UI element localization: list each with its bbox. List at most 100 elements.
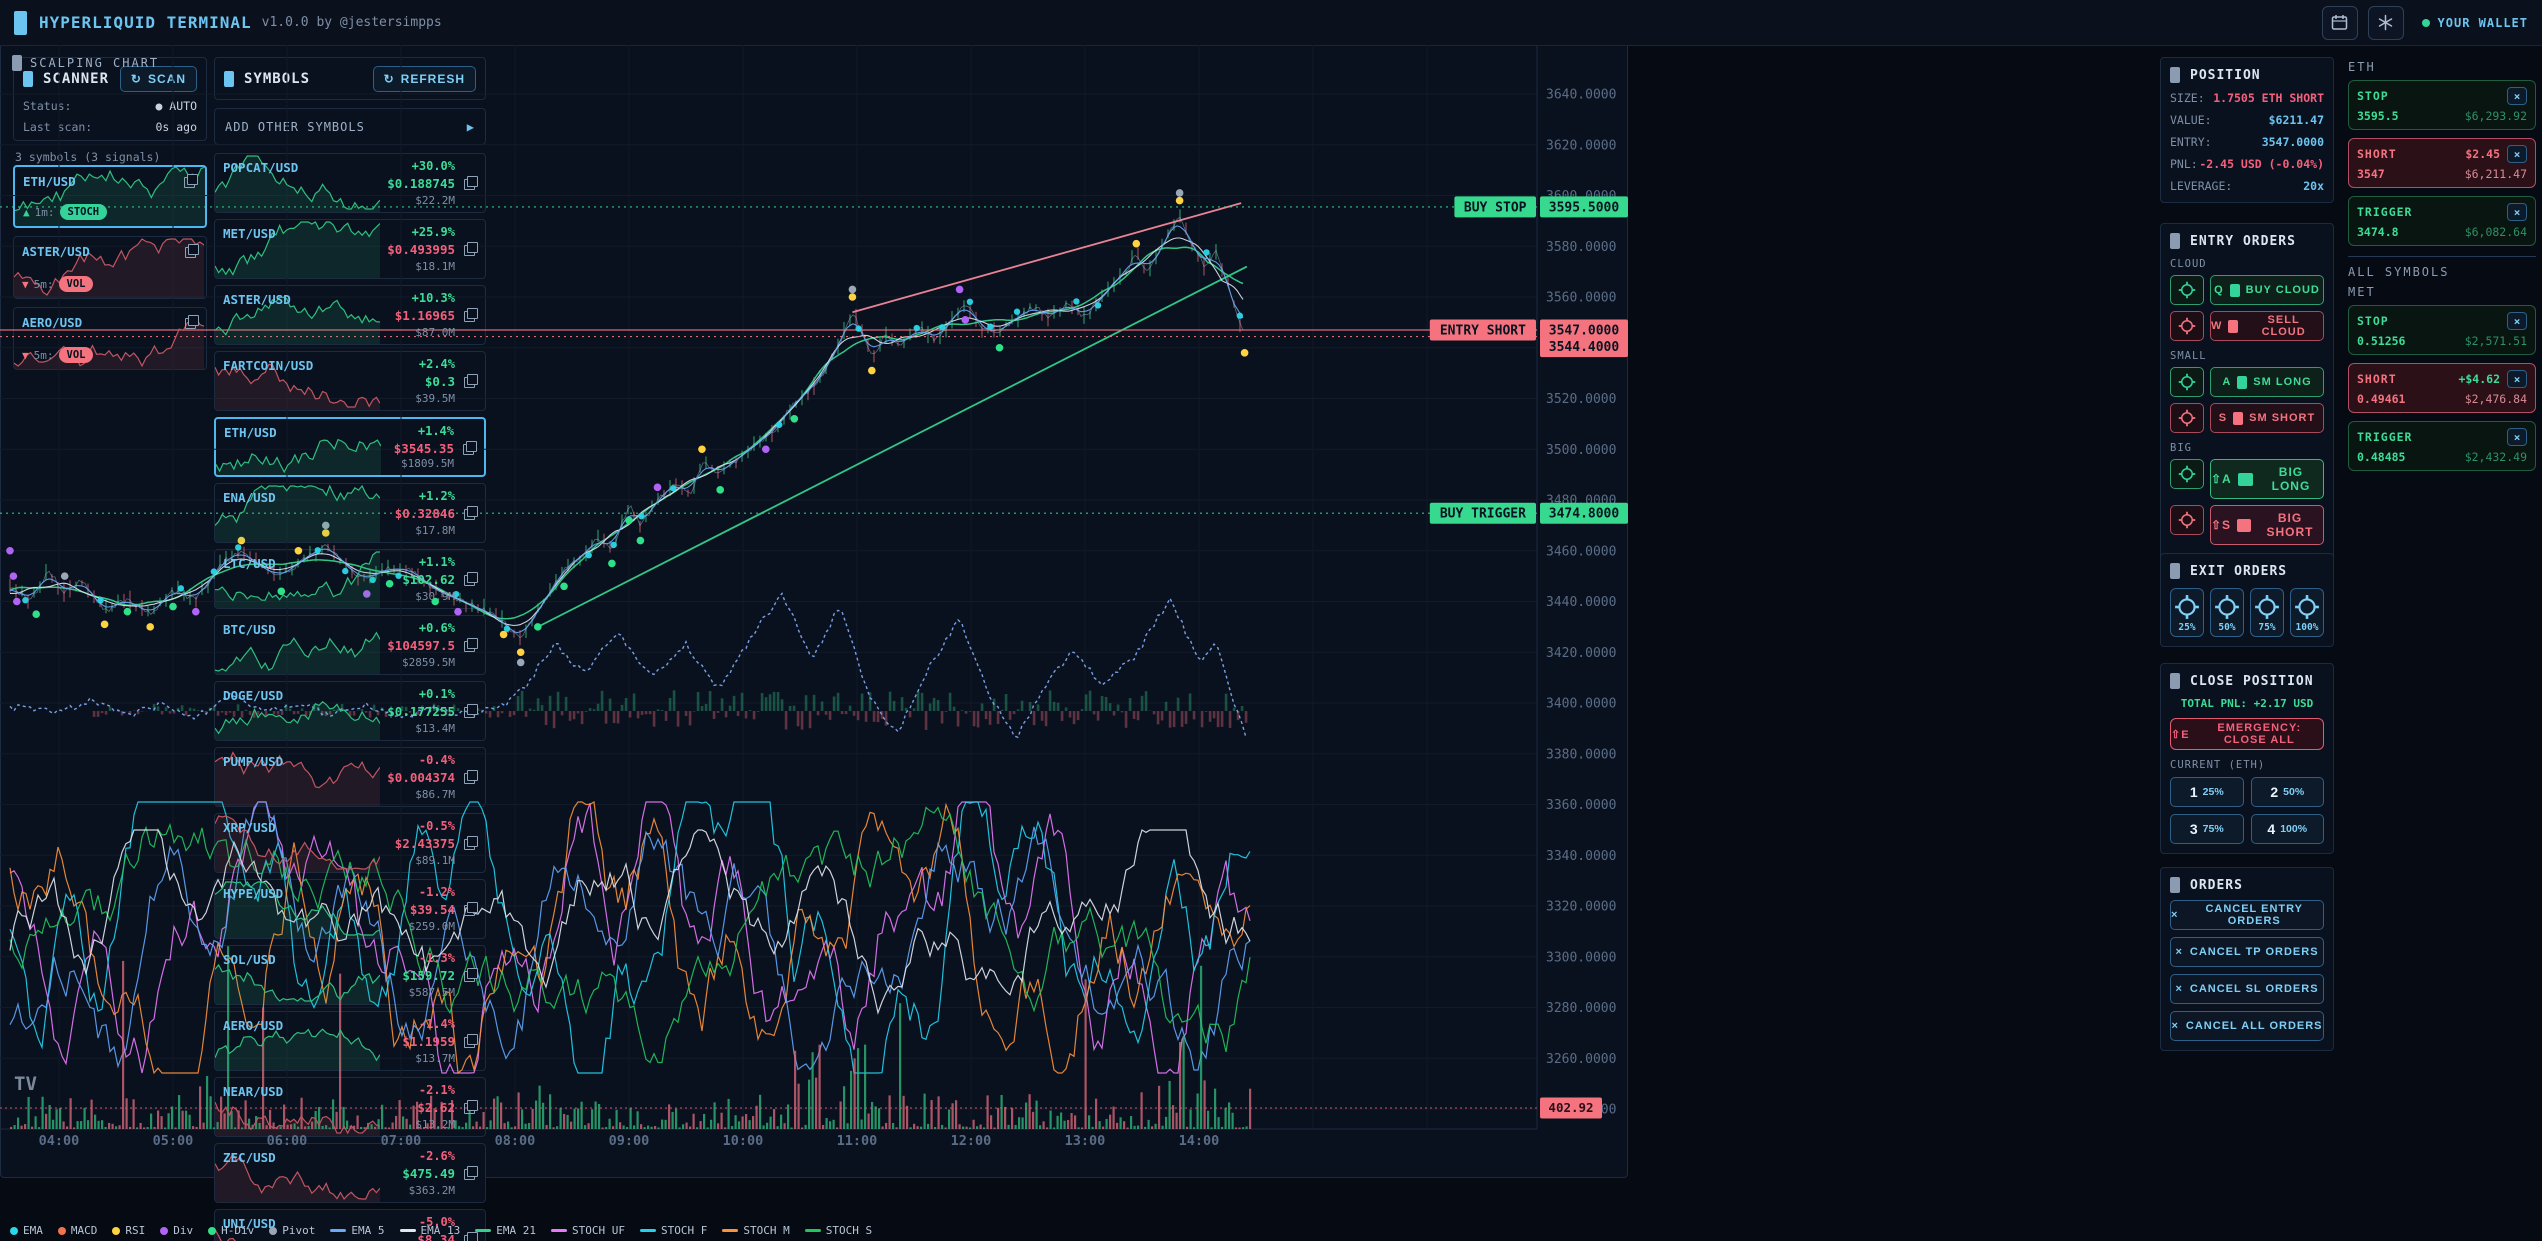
svg-text:3300.0000: 3300.0000 — [1546, 950, 1616, 965]
symbol-card-popcat-usd[interactable]: POPCAT/USD+30.0%$0.188745$22.2M — [214, 153, 486, 213]
topbar-actions: YOUR WALLET — [2322, 6, 2528, 40]
exit-50pct-button[interactable]: 50% — [2210, 588, 2244, 637]
symbol-card-aero-usd[interactable]: AERO/USD-1.4%$1.1959$13.7M — [214, 1011, 486, 1071]
scanner-signal-eth-usd[interactable]: ETH/USD▲1m:STOCH — [13, 165, 207, 228]
scanner-signal-aster-usd[interactable]: ASTER/USD▼5m:VOL — [13, 236, 207, 299]
symbol-card-doge-usd[interactable]: DOGE/USD+0.1%$0.177255$13.4M — [214, 681, 486, 741]
cancel-order-button[interactable]: × — [2507, 428, 2527, 446]
exit-100pct-button[interactable]: 100% — [2290, 588, 2324, 637]
entry-target-button-short[interactable] — [2170, 505, 2204, 535]
svg-text:3520.0000: 3520.0000 — [1546, 392, 1616, 407]
copy-icon[interactable] — [463, 441, 477, 455]
order-type: STOP — [2357, 89, 2389, 103]
symbol-card-xrp-usd[interactable]: XRP/USD-0.5%$2.43375$89.1M — [214, 813, 486, 873]
cancel-tp-orders-button[interactable]: ×CANCEL TP ORDERS — [2170, 937, 2324, 967]
crosshair-icon — [2178, 465, 2196, 483]
sell-cloud-button[interactable]: WSELL CLOUD — [2210, 311, 2324, 341]
green-signal-dot — [625, 517, 633, 525]
svg-text:3320.0000: 3320.0000 — [1546, 900, 1616, 915]
green-signal-dot — [608, 560, 616, 568]
current-100pct-button[interactable]: 4100% — [2251, 814, 2325, 844]
legend-item-ema-13: EMA 13 — [400, 1224, 461, 1237]
copy-icon[interactable] — [184, 174, 198, 188]
crosshair-icon — [2178, 511, 2196, 529]
wallet-status-dot — [2422, 19, 2430, 27]
symbol-card-met-usd[interactable]: MET/USD+25.9%$0.493995$18.1M — [214, 219, 486, 279]
buy-cloud-button[interactable]: QBUY CLOUD — [2210, 275, 2324, 305]
copy-icon[interactable] — [464, 308, 478, 322]
legend-dot — [160, 1227, 168, 1235]
signal-badge: STOCH — [60, 204, 108, 220]
legend-item-pivot: Pivot — [269, 1224, 315, 1237]
copy-icon[interactable] — [185, 315, 199, 329]
copy-icon[interactable] — [464, 638, 478, 652]
copy-icon[interactable] — [464, 572, 478, 586]
big-long-button[interactable]: ⇧ABIG LONG — [2210, 459, 2324, 499]
cancel-all-orders-button[interactable]: ×CANCEL ALL ORDERS — [2170, 1011, 2324, 1041]
symbol-card-hype-usd[interactable]: HYPE/USD-1.2%$39.54$259.0M — [214, 879, 486, 939]
symbol-card-ltc-usd[interactable]: LTC/USD+1.1%$102.62$30.9M — [214, 549, 486, 609]
svg-text:08:00: 08:00 — [495, 1133, 536, 1149]
symbol-card-sol-usd[interactable]: SOL/USD-1.3%$159.72$587.5M — [214, 945, 486, 1005]
order-price: 0.49461 — [2357, 392, 2405, 406]
symbol-name: POPCAT/USD — [223, 160, 298, 175]
current-25pct-button[interactable]: 125% — [2170, 777, 2244, 807]
copy-icon[interactable] — [464, 836, 478, 850]
legend-item-macd: MACD — [58, 1224, 98, 1237]
cancel-order-button[interactable]: × — [2507, 370, 2527, 388]
symbol-card-aster-usd[interactable]: ASTER/USD+10.3%$1.16965$87.0M — [214, 285, 486, 345]
copy-icon[interactable] — [464, 1100, 478, 1114]
emergency-close-all-button[interactable]: ⇧E EMERGENCY: CLOSE ALL — [2170, 718, 2324, 750]
calendar-button[interactable] — [2322, 6, 2358, 40]
symbol-card-btc-usd[interactable]: BTC/USD+0.6%$104597.5$2859.5M — [214, 615, 486, 675]
copy-icon[interactable] — [464, 902, 478, 916]
cancel-order-button[interactable]: × — [2507, 203, 2527, 221]
position-title: POSITION — [2190, 68, 2261, 83]
copy-icon[interactable] — [464, 1034, 478, 1048]
cancel-entry-orders-button[interactable]: ×CANCEL ENTRY ORDERS — [2170, 900, 2324, 930]
symbol-volume: $587.5M — [409, 986, 455, 999]
symbol-card-zec-usd[interactable]: ZEC/USD-2.6%$475.49$363.2M — [214, 1143, 486, 1203]
symbol-card-near-usd[interactable]: NEAR/USD-2.1%$2.62$13.2M — [214, 1077, 486, 1137]
copy-icon[interactable] — [464, 242, 478, 256]
tradingview-logo: TV — [14, 1073, 37, 1095]
copy-icon[interactable] — [464, 176, 478, 190]
copy-icon[interactable] — [464, 704, 478, 718]
scanner-signal-aero-usd[interactable]: AERO/USD▼5m:VOL — [13, 307, 207, 370]
symbol-card-ena-usd[interactable]: ENA/USD+1.2%$0.32846$17.8M — [214, 483, 486, 543]
copy-icon[interactable] — [464, 506, 478, 520]
symbol-card-fartcoin-usd[interactable]: FARTCOIN/USD+2.4%$0.3$39.5M — [214, 351, 486, 411]
copy-icon[interactable] — [464, 374, 478, 388]
copy-icon[interactable] — [185, 244, 199, 258]
legend-item-ema-21: EMA 21 — [475, 1224, 536, 1237]
symbol-card-eth-usd[interactable]: ETH/USD+1.4%$3545.35$1809.5M — [214, 417, 486, 477]
copy-icon[interactable] — [464, 968, 478, 982]
sm-short-button[interactable]: SSM SHORT — [2210, 403, 2324, 433]
entry-target-button-long[interactable] — [2170, 367, 2204, 397]
cancel-order-button[interactable]: × — [2507, 145, 2527, 163]
x-icon: × — [2175, 983, 2182, 995]
entry-target-button-short[interactable] — [2170, 403, 2204, 433]
asterisk-button[interactable] — [2368, 6, 2404, 40]
symbol-card-pump-usd[interactable]: PUMP/USD-0.4%$0.004374$86.7M — [214, 747, 486, 807]
entry-target-button-long[interactable] — [2170, 459, 2204, 489]
current-75pct-button[interactable]: 375% — [2170, 814, 2244, 844]
big-short-button[interactable]: ⇧SBIG SHORT — [2210, 505, 2324, 545]
entry-orders-panel: ENTRY ORDERS CLOUDQBUY CLOUDWSELL CLOUDS… — [2160, 223, 2334, 561]
exit-75pct-button[interactable]: 75% — [2250, 588, 2284, 637]
entry-target-button-long[interactable] — [2170, 275, 2204, 305]
cancel-order-button[interactable]: × — [2507, 87, 2527, 105]
legend-dot — [58, 1227, 66, 1235]
copy-icon[interactable] — [464, 770, 478, 784]
signal-badge: VOL — [59, 276, 94, 292]
copy-icon[interactable] — [464, 1166, 478, 1180]
crosshair-icon — [2178, 373, 2196, 391]
orders-panel: ORDERS ×CANCEL ENTRY ORDERS×CANCEL TP OR… — [2160, 867, 2334, 1051]
exit-25pct-button[interactable]: 25% — [2170, 588, 2204, 637]
sm-long-button[interactable]: ASM LONG — [2210, 367, 2324, 397]
cancel-order-button[interactable]: × — [2507, 312, 2527, 330]
entry-target-button-short[interactable] — [2170, 311, 2204, 341]
current-50pct-button[interactable]: 250% — [2251, 777, 2325, 807]
wallet-status[interactable]: YOUR WALLET — [2422, 16, 2528, 30]
cancel-sl-orders-button[interactable]: ×CANCEL SL ORDERS — [2170, 974, 2324, 1004]
